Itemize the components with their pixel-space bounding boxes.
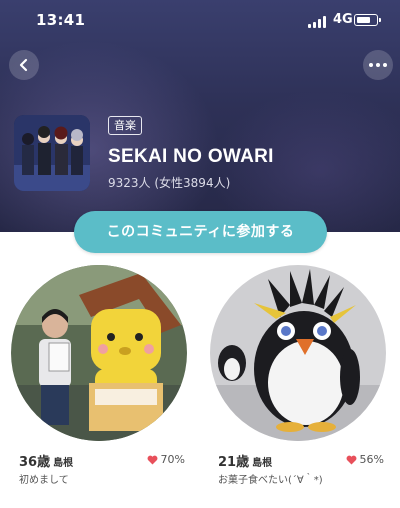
back-button[interactable] <box>9 50 39 80</box>
user-region: 島根 <box>53 458 74 469</box>
user-age-region: 36歳 島根 <box>19 451 73 470</box>
match-rate: 56% <box>346 453 384 466</box>
user-avatar[interactable] <box>210 265 386 441</box>
more-dots-icon <box>369 63 387 67</box>
member-count: 9323人 (女性3894人) <box>108 176 231 190</box>
user-age: 21歳 <box>218 455 250 470</box>
join-community-button[interactable]: このコミュニティに参加する <box>74 211 327 253</box>
band-photo-image <box>14 115 90 191</box>
chevron-left-icon <box>19 58 28 72</box>
category-tag: 音楽 <box>108 116 142 135</box>
user-card[interactable]: 36歳 島根 70% 初めまして <box>11 265 187 495</box>
user-bio: 初めまして <box>19 475 69 486</box>
match-percent: 70% <box>160 453 185 466</box>
match-rate: 70% <box>147 453 185 466</box>
user-region: 島根 <box>252 458 273 469</box>
user-photo-image <box>11 265 187 441</box>
heart-icon <box>346 455 356 465</box>
battery-icon <box>354 14 381 26</box>
community-thumbnail[interactable] <box>14 115 90 191</box>
heart-icon <box>147 455 157 465</box>
status-time: 13:41 <box>36 11 86 29</box>
penguin-photo-image <box>210 265 386 441</box>
signal-strength-icon <box>308 16 328 28</box>
user-card[interactable]: 21歳 島根 56% お菓子食べたい(´∀｀*) <box>210 265 386 495</box>
community-name: SEKAI NO OWARI <box>108 146 274 167</box>
more-button[interactable] <box>363 50 393 80</box>
user-age-region: 21歳 島根 <box>218 451 272 470</box>
status-bar: 13:41 4G <box>0 0 400 40</box>
user-avatar[interactable] <box>11 265 187 441</box>
user-bio: お菓子食べたい(´∀｀*) <box>218 475 323 486</box>
match-percent: 56% <box>359 453 384 466</box>
user-age: 36歳 <box>19 455 51 470</box>
network-type: 4G <box>333 12 353 27</box>
